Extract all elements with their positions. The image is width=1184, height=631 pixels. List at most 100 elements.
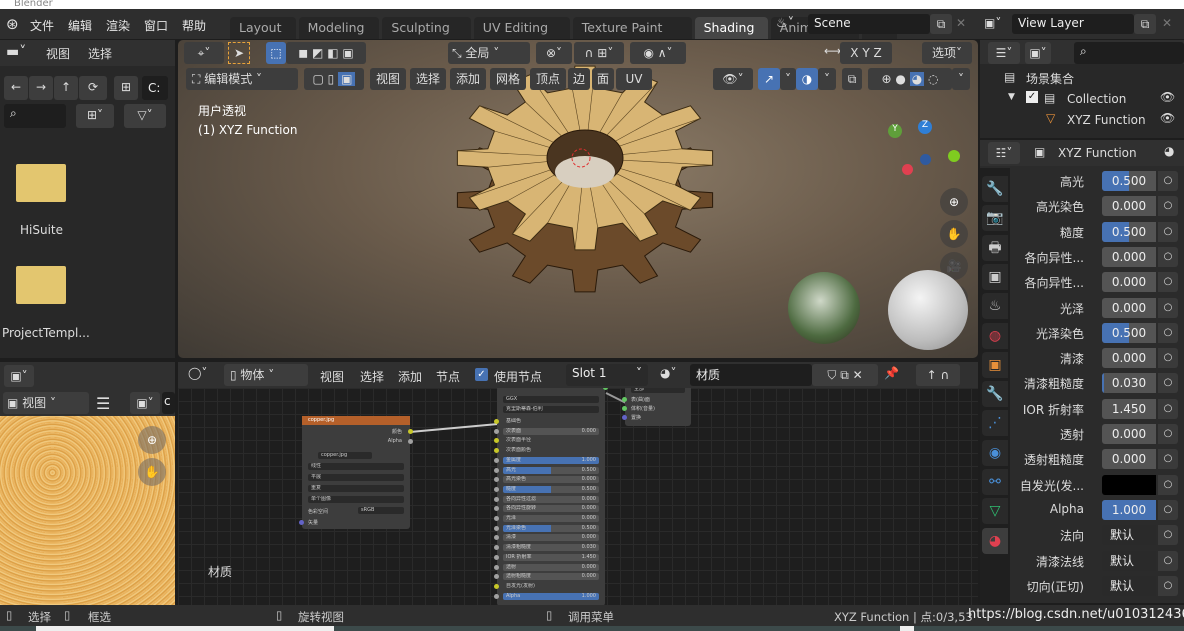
node-menu-item[interactable]: 视图: [320, 368, 344, 385]
material-browse-icon[interactable]: ◕˅: [660, 366, 676, 380]
property-slider[interactable]: 0.000: [1102, 348, 1156, 369]
fb-menu-view[interactable]: 视图: [46, 45, 70, 62]
socket-link-icon[interactable]: ○: [1158, 246, 1178, 267]
options-dropdown[interactable]: 选项˅: [922, 42, 972, 64]
viewport-menu-item[interactable]: 边: [568, 68, 590, 90]
menu-render[interactable]: 渲染: [106, 17, 130, 34]
shading-dropdown-icon[interactable]: ˅: [952, 68, 970, 90]
material-name-field[interactable]: 材质: [690, 364, 812, 386]
principled-bsdf-node[interactable]: BSDF GGX 克里斯蒂森-伯利基础色次表面0.000 次表面半径次表面颜色金属…: [494, 388, 608, 605]
use-nodes-checkbox[interactable]: ✓: [475, 368, 488, 381]
node-menu-item[interactable]: 节点: [436, 368, 460, 385]
socket-link-icon[interactable]: ○: [1158, 171, 1178, 191]
collection-label[interactable]: Collection: [1067, 92, 1126, 106]
parent-dir-button[interactable]: ↑: [54, 76, 78, 100]
pin-icon[interactable]: 📌: [884, 366, 899, 380]
workspace-tab[interactable]: UV Editing: [473, 17, 570, 39]
select-box-icon[interactable]: ⬚: [266, 42, 286, 64]
zoom-icon[interactable]: ⊕: [940, 188, 968, 216]
property-slider[interactable]: 0.000: [1102, 297, 1156, 318]
workspace-tab[interactable]: Sculpting: [382, 17, 471, 39]
menu-window[interactable]: 窗口: [144, 17, 168, 34]
menu-file[interactable]: 文件: [30, 17, 54, 34]
close-scene-icon[interactable]: ✕: [956, 16, 966, 30]
property-slider[interactable]: 0.030: [1102, 373, 1156, 394]
pan-hand-icon[interactable]: ✋: [138, 458, 166, 486]
image-name-field[interactable]: c: [162, 392, 175, 414]
socket-link-icon[interactable]: ○: [1158, 449, 1178, 470]
bsdf-input[interactable]: 各向异性旋转 0.000: [503, 505, 599, 513]
target-dropdown[interactable]: 全部: [631, 388, 685, 393]
image-texture-node[interactable]: copper.jpg 颜色 Alpha copper.jpg 线性 平展 重复 单个图像…: [299, 416, 413, 529]
fake-user-icon[interactable]: ⛉: [827, 368, 836, 382]
bsdf-input[interactable]: 自发光(发射): [503, 583, 599, 590]
node-title[interactable]: copper.jpg: [302, 416, 410, 425]
socket-link-icon[interactable]: ○: [1158, 373, 1178, 394]
bsdf-input[interactable]: 高光染色 0.000: [503, 476, 599, 484]
bsdf-input[interactable]: 透射粗糙度 0.000: [503, 573, 599, 581]
bsdf-input[interactable]: 透射 0.000: [503, 563, 599, 571]
socket-link-icon[interactable]: ○: [1158, 525, 1178, 546]
bsdf-input[interactable]: 高光 0.500: [503, 466, 599, 474]
workspace-tab[interactable]: Texture Paint: [572, 17, 692, 39]
socket-link-icon[interactable]: ○: [1158, 575, 1178, 596]
view-layer-icon[interactable]: ▣˅: [984, 16, 1001, 30]
view-dropdown[interactable]: ▣ 视图 ˅: [3, 392, 89, 414]
property-slider[interactable]: 0.500: [1102, 221, 1156, 242]
node-dropdown[interactable]: 平展: [308, 474, 404, 481]
socket-link-icon[interactable]: ○: [1158, 272, 1178, 293]
shader-editor-icon[interactable]: ◯˅: [188, 366, 207, 380]
path-field[interactable]: C:: [142, 76, 168, 100]
snap-icon[interactable]: ∩ ⊞˅: [574, 42, 624, 64]
viewport-menu-item[interactable]: 顶点: [530, 68, 566, 90]
overlay-dropdown-icon[interactable]: ˅: [818, 68, 836, 90]
proportional-edit-icon[interactable]: ◉ ∧˅: [630, 42, 686, 64]
view-layer-field[interactable]: View Layer: [1012, 14, 1134, 34]
transform-pivot-icon[interactable]: ⌖˅: [184, 42, 224, 64]
node-editor-canvas[interactable]: copper.jpg 颜色 Alpha copper.jpg 线性 平展 重复 单个图像…: [178, 388, 978, 605]
display-mode-button[interactable]: ⊞˅: [76, 104, 114, 128]
refresh-button[interactable]: ⟳: [79, 76, 107, 100]
filter-icon[interactable]: ▣˅: [1025, 42, 1051, 64]
socket-link-icon[interactable]: ○: [1158, 398, 1178, 419]
mirror-y[interactable]: Y: [862, 46, 869, 60]
viewport-menu-item[interactable]: 面: [592, 68, 614, 90]
subsurface-method-dropdown[interactable]: 克里斯蒂森-伯利: [503, 406, 599, 413]
overlay-icon[interactable]: ◑: [796, 68, 818, 90]
property-slider[interactable]: 0.500: [1102, 171, 1156, 191]
socket-link-icon[interactable]: ○: [1158, 322, 1178, 343]
select-tool-icon[interactable]: ➤: [228, 42, 250, 64]
socket-link-icon[interactable]: ○: [1158, 424, 1178, 444]
property-slider[interactable]: 0.500: [1102, 322, 1156, 343]
bsdf-input[interactable]: 清漆 0.000: [503, 534, 599, 542]
object-type-dropdown[interactable]: ▯ 物体 ˅: [224, 364, 308, 386]
bsdf-input[interactable]: 光泽染色 0.500: [503, 524, 599, 532]
file-item-name[interactable]: HiSuite: [20, 223, 63, 237]
back-button[interactable]: ←: [4, 76, 28, 100]
property-slider[interactable]: 0.000: [1102, 196, 1156, 217]
workspace-tab[interactable]: Shading: [694, 17, 768, 39]
image-browse-icon[interactable]: ▣˅: [130, 392, 160, 414]
file-item-name[interactable]: ProjectTempl...: [2, 326, 90, 340]
outliner-search[interactable]: ⌕: [1074, 42, 1184, 64]
socket-link-icon[interactable]: ○: [1158, 474, 1178, 495]
viewport-menu-item[interactable]: 视图: [370, 68, 406, 90]
copy-material-icon[interactable]: ⧉: [840, 368, 849, 382]
socket-link-icon[interactable]: ○: [1158, 221, 1178, 242]
mirror-z[interactable]: Z: [874, 46, 882, 60]
socket-link-icon[interactable]: ○: [1158, 297, 1178, 318]
workspace-tab[interactable]: Modeling: [298, 17, 380, 39]
forward-button[interactable]: →: [29, 76, 53, 100]
workspace-tab[interactable]: Layout: [230, 17, 296, 39]
bsdf-input[interactable]: 次表面半径: [503, 437, 599, 444]
node-dropdown[interactable]: 线性: [308, 463, 404, 470]
socket-link-icon[interactable]: ○: [1158, 550, 1178, 571]
bsdf-input[interactable]: 次表面 0.000: [503, 427, 599, 435]
blender-logo-icon[interactable]: ⊛: [6, 15, 19, 33]
bsdf-input[interactable]: 基础色: [503, 418, 599, 425]
menu-edit[interactable]: 编辑: [68, 17, 92, 34]
socket-link-icon[interactable]: ○: [1158, 499, 1178, 520]
node-menu-item[interactable]: 选择: [360, 368, 384, 385]
scene-field[interactable]: Scene: [808, 14, 930, 34]
node-dropdown[interactable]: 重复: [308, 485, 404, 492]
